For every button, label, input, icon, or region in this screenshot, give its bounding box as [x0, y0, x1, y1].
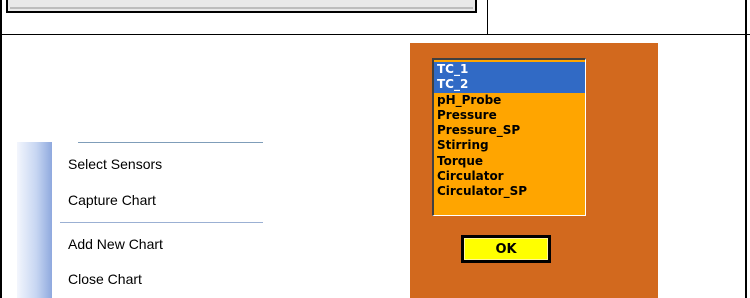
list-item[interactable]: TC_2: [434, 77, 585, 93]
menu-item-add-new-chart[interactable]: Add New Chart: [52, 230, 263, 258]
sensor-selection-dialog: TC_1 TC_2 pH_Probe Pressure Pressure_SP Stirr…: [410, 43, 658, 298]
list-item[interactable]: Circulator: [434, 169, 585, 184]
ok-button[interactable]: OK: [461, 235, 551, 263]
list-item[interactable]: Pressure_SP: [434, 123, 585, 138]
sensor-listbox[interactable]: TC_1 TC_2 pH_Probe Pressure Pressure_SP Stirr…: [432, 58, 586, 216]
menu-item-select-sensors[interactable]: Select Sensors: [52, 150, 263, 178]
menu-top-border: [78, 142, 263, 143]
list-item[interactable]: Circulator_SP: [434, 184, 585, 199]
menu-item-capture-chart[interactable]: Capture Chart: [52, 186, 263, 214]
ok-button-label: OK: [464, 238, 548, 260]
list-item[interactable]: TC_1: [434, 62, 585, 78]
table-row-divider: [0, 34, 750, 35]
menu-separator: [60, 222, 263, 223]
table-column-divider: [487, 0, 488, 35]
list-item[interactable]: pH_Probe: [434, 93, 585, 108]
top-text-field: [6, 0, 477, 13]
menu-icon-gutter: [17, 142, 52, 298]
list-item[interactable]: Stirring: [434, 138, 585, 153]
list-item[interactable]: Pressure: [434, 108, 585, 123]
list-item[interactable]: Torque: [434, 154, 585, 169]
menu-item-close-chart[interactable]: Close Chart: [52, 265, 263, 293]
context-menu: Select Sensors Capture Chart Add New Cha…: [17, 142, 263, 298]
